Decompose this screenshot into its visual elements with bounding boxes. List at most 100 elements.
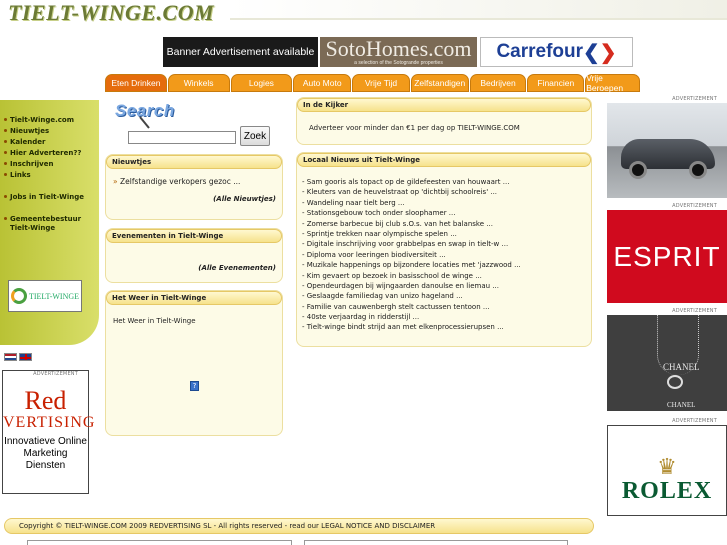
kijker-box: In de Kijker Adverteer voor minder dan €… (296, 97, 592, 145)
tab-auto-moto[interactable]: Auto Moto (293, 74, 352, 92)
bullet-icon (4, 195, 7, 198)
bullet-icon (4, 129, 7, 132)
list-item[interactable]: - Sam gooris als topact op de gildefeest… (302, 177, 591, 187)
local-news-title: Locaal Nieuws uit Tielt-Winge (297, 153, 591, 167)
all-nieuwtjes-link[interactable]: (Alle Nieuwtjes) (106, 195, 282, 203)
weather-title: Het Weer in Tielt-Winge (106, 291, 282, 305)
sidebar-item-nieuwtjes[interactable]: Nieuwtjes (4, 125, 99, 136)
car-image (607, 103, 727, 198)
list-item[interactable]: - Geslaagde familiedag van unizo hagelan… (302, 291, 591, 301)
sidebar-item-gemeentebestuur[interactable]: Gemeentebestuur (4, 213, 99, 224)
list-item[interactable]: - Sprintje trekken naar olympische spele… (302, 229, 591, 239)
sidebar-item-home[interactable]: Tielt-Winge.com (4, 114, 99, 125)
esprit-logo: ESPRIT (607, 210, 727, 303)
left-menu: Tielt-Winge.com Nieuwtjes Kalender Hier … (4, 114, 99, 232)
search-input[interactable] (128, 131, 236, 144)
nieuwtjes-title: Nieuwtjes (106, 155, 282, 169)
chanel-text-top: CHANEL (663, 362, 700, 372)
bullet-icon (4, 162, 7, 165)
chanel-text-bottom: CHANEL (667, 401, 696, 409)
local-news-list: - Sam gooris als topact op de gildefeest… (297, 167, 591, 333)
weather-text: Het Weer in Tielt-Winge (113, 317, 196, 325)
tab-zelfstandigen[interactable]: Zelfstandigen (410, 74, 469, 92)
sidebar-item-kalender[interactable]: Kalender (4, 136, 99, 147)
car-ad[interactable]: ADVERTIZEMENT (607, 96, 727, 198)
list-item[interactable]: - Wandeling naar tielt berg ... (302, 198, 591, 208)
bullet-icon: » (113, 177, 120, 186)
rolex-logo: ♛ ROLEX (607, 425, 727, 516)
evenementen-box: Evenementen in Tielt-Winge (Alle Eveneme… (105, 228, 283, 283)
redvertising-ad[interactable]: ADVERTIZEMENT Red VERTISING Innovatieve … (2, 370, 96, 494)
weather-box: Het Weer in Tielt-Winge Het Weer in Tiel… (105, 290, 283, 436)
list-item[interactable]: - Zomerse barbecue bij club s.O.s. van h… (302, 219, 591, 229)
carrefour-name: Carrefour (496, 41, 584, 62)
sidebar-item-adverteren[interactable]: Hier Adverteren?? (4, 147, 99, 158)
list-item[interactable]: - Muzikale happenings op bijzondere loca… (302, 260, 591, 270)
carrefour-banner[interactable]: Carrefour ❮❯ (480, 37, 633, 67)
chanel-image: CHANEL CHANEL (607, 315, 727, 411)
sidebar-item-inschrijven[interactable]: Inschrijven (4, 158, 99, 169)
bullet-icon (4, 140, 7, 143)
chanel-ad[interactable]: ADVERTIZEMENT CHANEL CHANEL (607, 308, 727, 411)
english-flag-icon[interactable] (19, 353, 32, 361)
tab-financien[interactable]: Financien (527, 74, 585, 92)
ad-label: ADVERTIZEMENT (672, 203, 717, 209)
ad-label: ADVERTIZEMENT (672, 418, 717, 424)
bullet-icon (4, 151, 7, 154)
all-evenementen-link[interactable]: (Alle Evenementen) (106, 264, 282, 272)
ad-label: ADVERTIZEMENT (672, 96, 717, 102)
header-bar (230, 0, 727, 18)
list-item[interactable]: - Opendeurdagen bij wijngaarden danoulse… (302, 281, 591, 291)
list-item[interactable]: - Familie van cauwenbergh stelt cactusse… (302, 302, 591, 312)
list-item[interactable]: - Stationsgebouw toch onder sloophamer .… (302, 208, 591, 218)
dutch-flag-icon[interactable] (4, 353, 17, 361)
bullet-icon (4, 118, 7, 121)
kijker-title: In de Kijker (297, 98, 591, 112)
sidebar-item-links[interactable]: Links (4, 169, 99, 180)
list-item[interactable]: - Kleuters van de heuvelstraat op 'dicht… (302, 187, 591, 197)
sotohomes-subtitle: a selection of the Sotogrande properties (354, 60, 443, 66)
sidebar-item-gemeentebestuur-line2[interactable]: Tielt-Winge (10, 224, 99, 232)
redvertising-tagline: Innovatieve Online Marketing Diensten (4, 436, 87, 471)
footer[interactable]: Copyright © TIELT-WINGE.COM 2009 REDVERT… (4, 518, 594, 534)
sidebar-item-jobs[interactable]: Jobs in Tielt-Winge (4, 191, 99, 202)
ad-label: ADVERTIZEMENT (33, 371, 78, 377)
main-nav: Eten Drinken Winkels Logies Auto Moto Vr… (105, 73, 641, 93)
redvertising-red: Red (24, 386, 67, 415)
tab-logies[interactable]: Logies (230, 74, 293, 92)
banner-advertisement[interactable]: Banner Advertisement available (163, 37, 318, 67)
help-icon[interactable]: ? (190, 381, 199, 391)
tab-eten-drinken[interactable]: Eten Drinken (105, 74, 167, 92)
tab-bedrijven[interactable]: Bedrijven (469, 74, 527, 92)
list-item[interactable]: - Digitale inschrijving voor grabbelpas … (302, 239, 591, 249)
rolex-name: ROLEX (621, 478, 713, 504)
bullet-icon (4, 173, 7, 176)
nieuwtjes-link[interactable]: » Zelfstandige verkopers gezoc ... (106, 169, 282, 186)
kijker-text[interactable]: Adverteer voor minder dan €1 per dag op … (297, 112, 591, 132)
search-button[interactable]: Zoek (240, 126, 270, 146)
ad-label: ADVERTIZEMENT (672, 308, 717, 314)
nieuwtjes-box: Nieuwtjes » Zelfstandige verkopers gezoc… (105, 154, 283, 220)
list-item[interactable]: - Tielt-winge bindt strijd aan met elken… (302, 322, 591, 332)
local-news-box: Locaal Nieuws uit Tielt-Winge - Sam goor… (296, 152, 592, 347)
header-divider (230, 18, 727, 20)
tab-vrije-tijd[interactable]: Vrije Tijd (352, 74, 410, 92)
list-item[interactable]: - Diploma voor leeringen biodiversiteit … (302, 250, 591, 260)
footer-bottom-panel-left (27, 540, 292, 545)
rolex-ad[interactable]: ADVERTIZEMENT ♛ ROLEX (607, 418, 727, 516)
list-item[interactable]: - Kim gevaert op bezoek in basisschool d… (302, 271, 591, 281)
redvertising-vertising: VERTISING (3, 414, 96, 431)
swirl-icon (10, 288, 27, 304)
magnifier-icon (139, 116, 150, 129)
crown-icon: ♛ (657, 455, 677, 480)
list-item[interactable]: - 40ste verjaardag in ridderstijl ... (302, 312, 591, 322)
tielt-winge-logo[interactable]: TIELT-WINGE (8, 280, 82, 312)
tab-vrije-beroepen[interactable]: Vrije Beroepen (585, 73, 640, 93)
chanel-cc-icon (667, 375, 683, 389)
footer-bottom-panel-right (304, 540, 568, 545)
sotohomes-banner[interactable]: SotoHomes.com a selection of the Sotogra… (320, 37, 477, 67)
site-title[interactable]: TIELT-WINGE.COM (8, 0, 214, 26)
tab-winkels[interactable]: Winkels (167, 74, 230, 92)
evenementen-title: Evenementen in Tielt-Winge (106, 229, 282, 243)
esprit-ad[interactable]: ADVERTIZEMENT ESPRIT (607, 203, 727, 303)
